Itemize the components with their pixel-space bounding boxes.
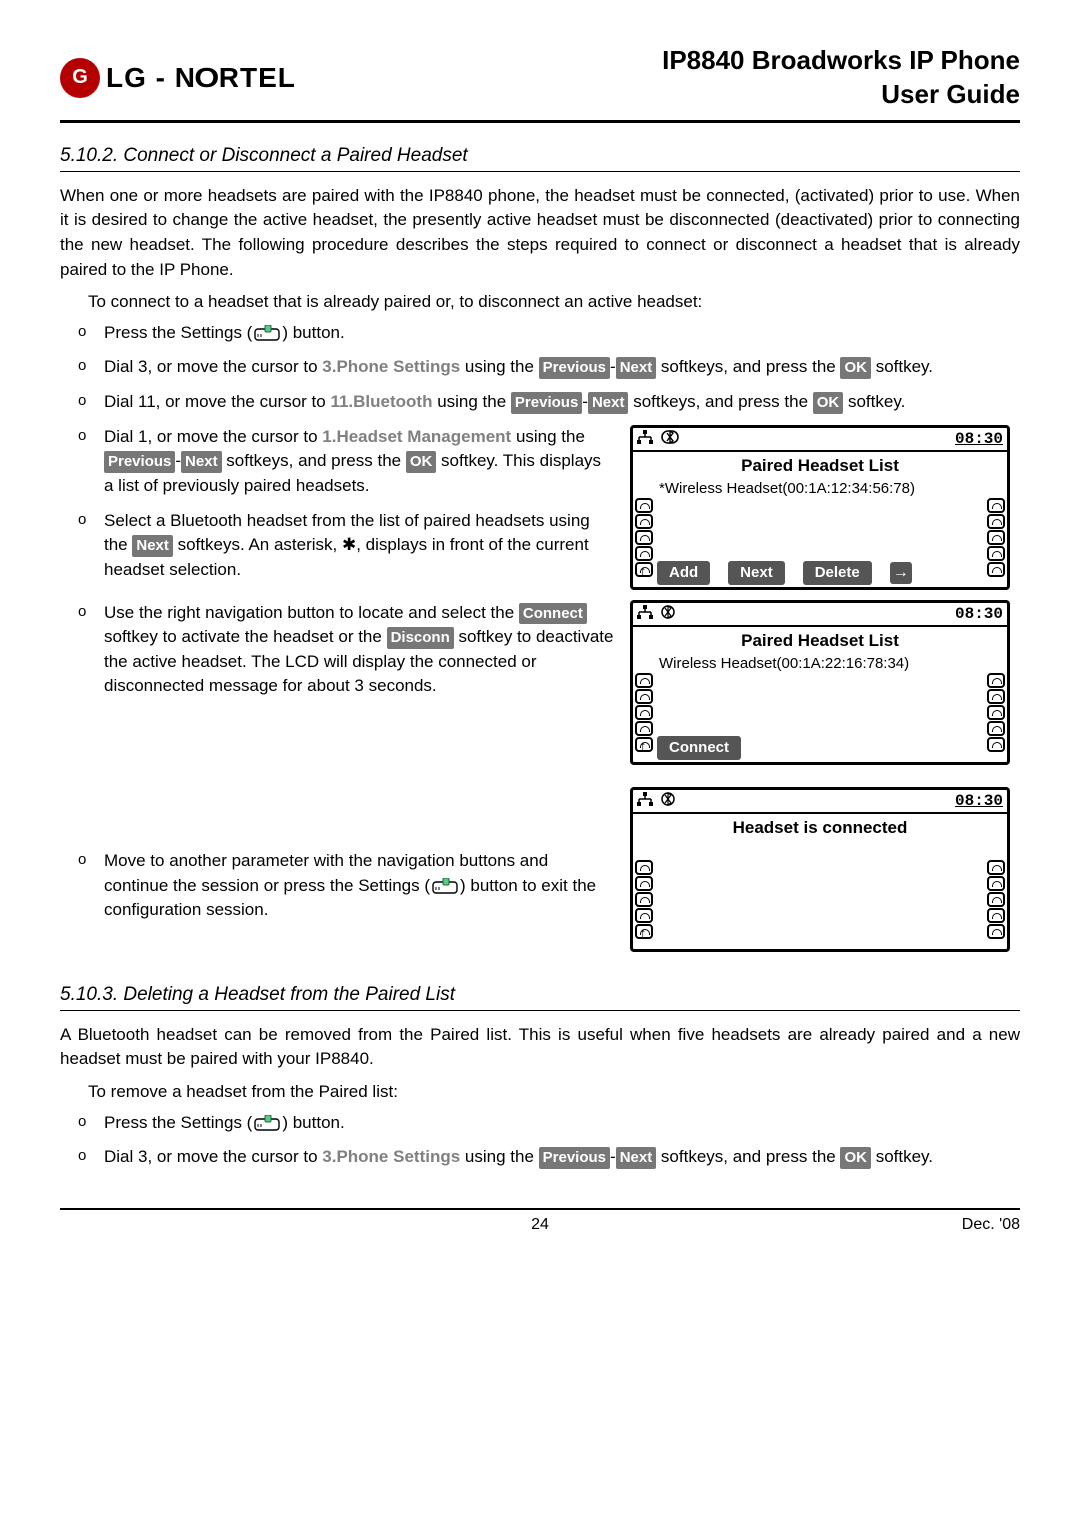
- softkey-ok: OK: [840, 1147, 871, 1169]
- header-title-line1: IP8840 Broadworks IP Phone: [662, 44, 1020, 78]
- lcd-title: Headset is connected: [639, 817, 1001, 839]
- line-indicator-icon: [987, 924, 1005, 939]
- settings-button-icon: [430, 878, 460, 894]
- softkey-next: Next: [588, 392, 629, 414]
- list-item: Use the right navigation button to locat…: [104, 601, 614, 700]
- line-indicator-icon: [987, 673, 1005, 688]
- section-5-10-2-title: 5.10.2. Connect or Disconnect a Paired H…: [60, 145, 1020, 172]
- bluetooth-icon: [661, 605, 675, 624]
- softkey-ok: OK: [813, 392, 844, 414]
- lcd-clock: 08:30: [955, 792, 1003, 810]
- softkey-next: Next: [132, 535, 173, 557]
- logo: G LG - NORTEL: [60, 58, 296, 98]
- bluetooth-icon: [661, 430, 679, 449]
- header-title: IP8840 Broadworks IP Phone User Guide: [662, 44, 1020, 112]
- lcd-softkey-delete: Delete: [803, 561, 872, 585]
- line-indicator-icon: [635, 498, 653, 513]
- list-item: Press the Settings () button.: [104, 321, 1020, 346]
- softkey-next: Next: [181, 451, 222, 473]
- list-item: Press the Settings () button.: [104, 1111, 1020, 1136]
- logo-icon: G: [60, 58, 100, 98]
- softkey-previous: Previous: [104, 451, 175, 473]
- list-item: Dial 3, or move the cursor to 3.Phone Se…: [104, 1145, 1020, 1170]
- list-item: Dial 11, or move the cursor to 11.Blueto…: [104, 390, 1020, 415]
- page-number: 24: [531, 1216, 549, 1234]
- softkey-disconn: Disconn: [387, 627, 454, 649]
- lcd-clock: 08:30: [955, 605, 1003, 623]
- right-arrow-icon: →: [890, 562, 912, 584]
- line-indicator-icon: [987, 721, 1005, 736]
- softkey-previous: Previous: [539, 1147, 610, 1169]
- softkey-ok: OK: [840, 357, 871, 379]
- menu-option-label: 1.Headset Management: [322, 427, 511, 446]
- network-icon: [637, 605, 653, 624]
- list-item: Move to another parameter with the navig…: [104, 849, 614, 923]
- line-indicator-icon: [635, 705, 653, 720]
- lcd-list-item: *Wireless Headset(00:1A:12:34:56:78): [639, 479, 1001, 499]
- page-header: G LG - NORTEL IP8840 Broadworks IP Phone…: [60, 44, 1020, 123]
- header-title-line2: User Guide: [662, 78, 1020, 112]
- softkey-ok: OK: [406, 451, 437, 473]
- line-indicator-icon: [987, 689, 1005, 704]
- network-icon: [637, 430, 653, 449]
- line-indicator-icon: [987, 892, 1005, 907]
- paragraph: To connect to a headset that is already …: [88, 290, 1020, 315]
- line-indicator-icon: [635, 876, 653, 891]
- lcd-softkey-next: Next: [728, 561, 785, 585]
- lcd-title: Paired Headset List: [639, 455, 1001, 477]
- lcd-list-item: Wireless Headset(00:1A:22:16:78:34): [639, 654, 1001, 674]
- menu-option-label: 11.Bluetooth: [330, 392, 432, 411]
- paragraph: When one or more headsets are paired wit…: [60, 184, 1020, 283]
- line-indicator-icon: [987, 546, 1005, 561]
- menu-option-label: 3.Phone Settings: [322, 1147, 460, 1166]
- line-indicator-icon: [987, 908, 1005, 923]
- lcd-title: Paired Headset List: [639, 630, 1001, 652]
- line-indicator-icon: [635, 721, 653, 736]
- lcd-screen-1: 08:30 Paired Headset List *Wireless Head…: [630, 425, 1010, 590]
- softkey-next: Next: [616, 357, 657, 379]
- footer-date: Dec. '08: [962, 1216, 1020, 1234]
- paragraph: To remove a headset from the Paired list…: [88, 1080, 1020, 1105]
- line-indicator-icon: [635, 673, 653, 688]
- line-indicators-right: [987, 860, 1005, 939]
- line-indicator-icon: [635, 860, 653, 875]
- line-indicator-icon: [635, 546, 653, 561]
- list-item: Dial 3, or move the cursor to 3.Phone Se…: [104, 355, 1020, 380]
- softkey-next: Next: [616, 1147, 657, 1169]
- up-arrow-icon: ↑: [639, 562, 647, 582]
- lcd-softkey-add: Add: [657, 561, 710, 585]
- list-item: Select a Bluetooth headset from the list…: [104, 509, 614, 583]
- settings-button-icon: [252, 1115, 282, 1131]
- softkey-connect: Connect: [519, 603, 587, 625]
- line-indicator-icon: [635, 892, 653, 907]
- up-arrow-icon: ↑: [639, 737, 647, 757]
- lcd-softkey-connect: Connect: [657, 736, 741, 760]
- line-indicator-icon: [987, 514, 1005, 529]
- settings-button-icon: [252, 325, 282, 341]
- softkey-previous: Previous: [511, 392, 582, 414]
- logo-text: LG - NORTEL: [106, 62, 296, 94]
- paragraph: A Bluetooth headset can be removed from …: [60, 1023, 1020, 1072]
- bluetooth-icon: [661, 792, 675, 811]
- softkey-previous: Previous: [539, 357, 610, 379]
- page-footer: 24 Dec. '08: [60, 1208, 1020, 1234]
- line-indicator-icon: [987, 498, 1005, 513]
- lcd-screen-2: 08:30 Paired Headset List Wireless Heads…: [630, 600, 1010, 765]
- line-indicator-icon: [987, 705, 1005, 720]
- menu-option-label: 3.Phone Settings: [322, 357, 460, 376]
- line-indicator-icon: [635, 908, 653, 923]
- line-indicator-icon: [635, 689, 653, 704]
- up-arrow-icon: ↑: [639, 924, 647, 944]
- lcd-screen-3: 08:30 Headset is connected: [630, 787, 1010, 952]
- line-indicator-icon: [635, 514, 653, 529]
- line-indicator-icon: [987, 530, 1005, 545]
- list-item: Dial 1, or move the cursor to 1.Headset …: [104, 425, 614, 499]
- line-indicator-icon: [987, 876, 1005, 891]
- section-5-10-3-title: 5.10.3. Deleting a Headset from the Pair…: [60, 984, 1020, 1011]
- lcd-clock: 08:30: [955, 430, 1003, 448]
- line-indicator-icon: [987, 860, 1005, 875]
- network-icon: [637, 792, 653, 811]
- line-indicator-icon: [635, 530, 653, 545]
